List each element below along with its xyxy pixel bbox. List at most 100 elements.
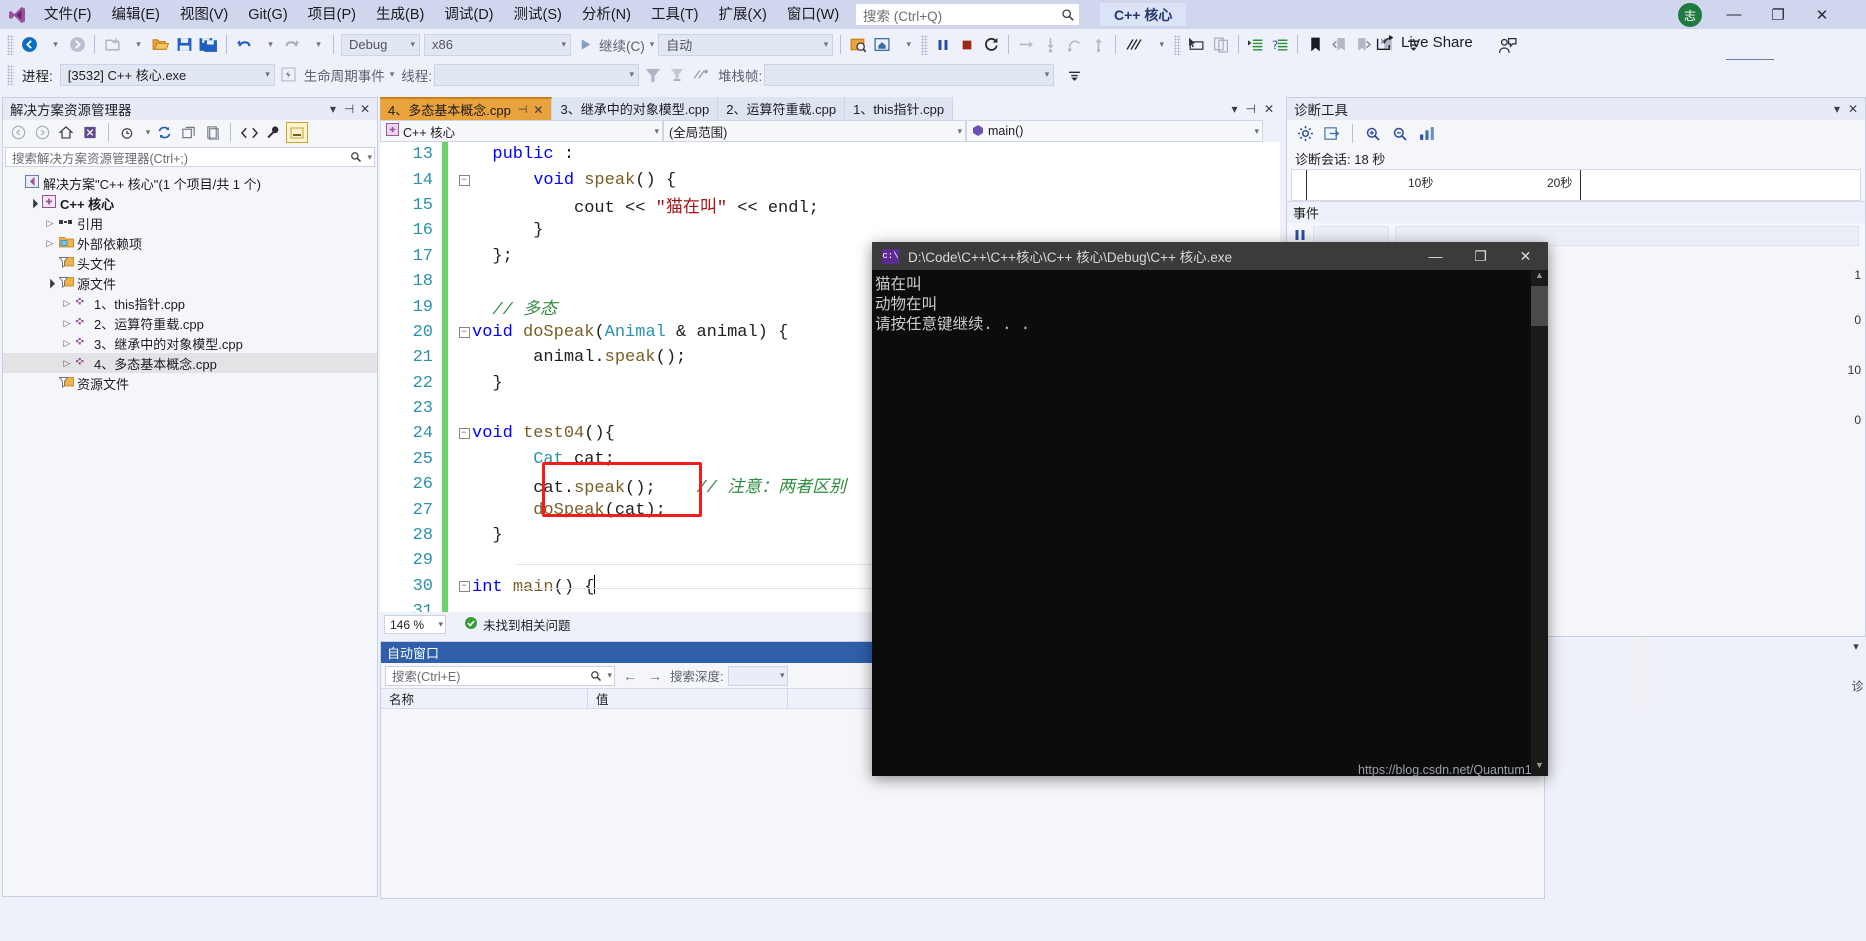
back-icon[interactable] [7, 122, 29, 143]
diagnostic-home-dropdown[interactable]: ▾ [894, 33, 918, 57]
window-restore-button[interactable]: ❐ [1756, 0, 1800, 29]
tree-node[interactable]: 头文件 [3, 253, 377, 273]
step-up-button[interactable] [1086, 33, 1110, 57]
navigate-backward-button[interactable] [17, 33, 41, 57]
copy-layout-icon[interactable] [1209, 33, 1233, 57]
undo-dropdown[interactable]: ▾ [256, 33, 280, 57]
menu-view[interactable]: 视图(V) [170, 1, 238, 29]
flag-only-icon[interactable] [665, 63, 689, 87]
se-search-dropdown-caret[interactable]: ▾ [367, 152, 372, 163]
fold-toggle-icon[interactable]: − [456, 580, 472, 592]
fold-toggle-icon[interactable]: − [456, 174, 472, 186]
feedback-icon[interactable] [1495, 34, 1520, 58]
scroll-down-arrow-icon[interactable]: ▼ [1531, 760, 1548, 776]
process-combo[interactable]: [3532] C++ 核心.exe ▾ [59, 63, 275, 86]
console-window[interactable]: c:\ D:\Code\C++\C++核心\C++ 核心\Debug\C++ 核… [872, 242, 1548, 776]
editor-tab[interactable]: 4、多态基本概念.cpp ⊣ ✕ [380, 97, 553, 120]
toggle-bookmark-icon[interactable] [1303, 33, 1327, 57]
live-share-button[interactable]: Live Share [1376, 34, 1473, 51]
redo-button[interactable] [280, 33, 304, 57]
tree-node[interactable]: ▷ 2、运算符重载.cpp [3, 313, 377, 333]
show-all-files-icon[interactable] [201, 122, 223, 143]
autos-search-dropdown-caret[interactable]: ▾ [607, 670, 612, 681]
navigate-backward-dropdown[interactable]: ▾ [41, 33, 65, 57]
scroll-up-arrow-icon[interactable]: ▲ [1531, 270, 1548, 286]
search-previous-icon[interactable]: ← [620, 668, 640, 684]
continue-run-icon[interactable] [573, 33, 597, 57]
search-depth-combo[interactable]: ▾ [728, 665, 789, 686]
quick-launch-search[interactable]: 搜索 (Ctrl+Q) [855, 3, 1080, 26]
tree-node[interactable]: 解决方案"C++ 核心"(1 个项目/共 1 个) [3, 173, 377, 193]
lifecycle-events-icon[interactable] [277, 63, 301, 87]
tree-node[interactable]: ◢ C++ 核心 [3, 193, 377, 213]
solution-name-chip[interactable]: C++ 核心 [1100, 3, 1187, 26]
save-all-button[interactable] [196, 33, 221, 57]
collapse-twisty-icon[interactable]: ▷ [60, 318, 74, 329]
hot-reload-icon[interactable] [1121, 33, 1147, 57]
step-into-button[interactable] [1014, 33, 1038, 57]
menu-project[interactable]: 项目(P) [298, 1, 366, 29]
lifecycle-dropdown-caret[interactable]: ▾ [390, 69, 395, 80]
collapse-twisty-icon[interactable]: ▷ [60, 358, 74, 369]
nav-member-combo[interactable]: main() ▾ [966, 120, 1263, 142]
new-project-dropdown[interactable]: ▾ [124, 33, 148, 57]
console-title-bar[interactable]: c:\ D:\Code\C++\C++核心\C++ 核心\Debug\C++ 核… [872, 242, 1548, 270]
zoom-in-icon[interactable] [1361, 123, 1385, 145]
diagnostic-home-button[interactable] [870, 33, 894, 57]
collapse-twisty-icon[interactable]: ▷ [60, 298, 74, 309]
panel-dropdown-icon[interactable]: ▾ [325, 102, 341, 116]
restart-button[interactable] [979, 33, 1003, 57]
right-dock-expand-icon[interactable]: ▾ [1846, 640, 1866, 658]
pending-changes-icon[interactable] [79, 122, 101, 143]
break-all-button[interactable] [931, 33, 955, 57]
diag-dropdown-icon[interactable]: ▾ [1829, 102, 1845, 116]
debug-toolbar-overflow-button[interactable] [1062, 63, 1086, 87]
history-icon[interactable] [116, 122, 138, 143]
properties-window-icon[interactable] [286, 122, 308, 143]
tree-node[interactable]: ▷ 3、继承中的对象模型.cpp [3, 333, 377, 353]
parallel-stacks-icon[interactable] [689, 63, 713, 87]
zoom-out-icon[interactable] [1388, 123, 1412, 145]
solution-configuration-combo[interactable]: Debug ▾ [341, 33, 420, 56]
indent-increase-icon[interactable] [1244, 33, 1268, 57]
export-icon[interactable] [1320, 123, 1344, 145]
account-avatar[interactable]: 志 [1678, 3, 1702, 27]
step-out-button[interactable] [1062, 33, 1086, 57]
new-project-button[interactable] [100, 33, 124, 57]
tree-node[interactable]: 资源文件 [3, 373, 377, 393]
search-next-icon[interactable]: → [645, 668, 665, 684]
column-header-name[interactable]: 名称 [381, 689, 588, 708]
code-view-icon[interactable] [238, 122, 260, 143]
stackframe-combo[interactable]: ▾ [764, 63, 1055, 86]
tabstrip-dropdown-icon[interactable]: ▾ [1231, 102, 1237, 116]
home-icon[interactable] [55, 122, 77, 143]
nav-scope-combo[interactable]: (全局范围) ▾ [663, 120, 966, 142]
editor-tab[interactable]: 1、this指针.cpp [845, 97, 954, 120]
next-bookmark-icon[interactable] [1351, 33, 1375, 57]
tree-node[interactable]: ▷ 外部依赖项 [3, 233, 377, 253]
tabstrip-pin-icon[interactable]: ⊣ [1245, 102, 1255, 116]
continue-button[interactable]: 继续(C) ▾ [597, 33, 656, 57]
refresh-icon[interactable] [153, 122, 175, 143]
menu-edit[interactable]: 编辑(E) [102, 1, 170, 29]
panel-pin-icon[interactable]: ⊣ [341, 102, 357, 116]
hot-reload-dropdown[interactable]: ▾ [1147, 33, 1171, 57]
tab-pin-icon[interactable]: ⊣ [518, 103, 528, 116]
undo-button[interactable] [232, 33, 256, 57]
toolbar-grip-4[interactable] [7, 64, 14, 85]
menu-test[interactable]: 测试(S) [504, 1, 572, 29]
history-dropdown-icon[interactable]: ▾ [140, 122, 151, 143]
menu-debug[interactable]: 调试(D) [434, 1, 503, 29]
tree-node[interactable]: ▷ 引用 [3, 213, 377, 233]
menu-git[interactable]: Git(G) [238, 1, 297, 29]
tree-node[interactable]: ▷ 4、多态基本概念.cpp [3, 353, 377, 373]
toolbar-grip-2[interactable] [921, 34, 929, 55]
collapse-twisty-icon[interactable]: ▷ [43, 218, 57, 229]
tabstrip-close-icon[interactable]: ✕ [1264, 102, 1274, 116]
menu-window[interactable]: 窗口(W) [777, 1, 849, 29]
solution-platform-combo[interactable]: x86 ▾ [424, 33, 571, 56]
select-element-icon[interactable] [1184, 33, 1209, 57]
forward-icon[interactable] [31, 122, 53, 143]
flag-filter-icon[interactable] [641, 63, 665, 87]
tree-node[interactable]: ◢ 源文件 [3, 273, 377, 293]
